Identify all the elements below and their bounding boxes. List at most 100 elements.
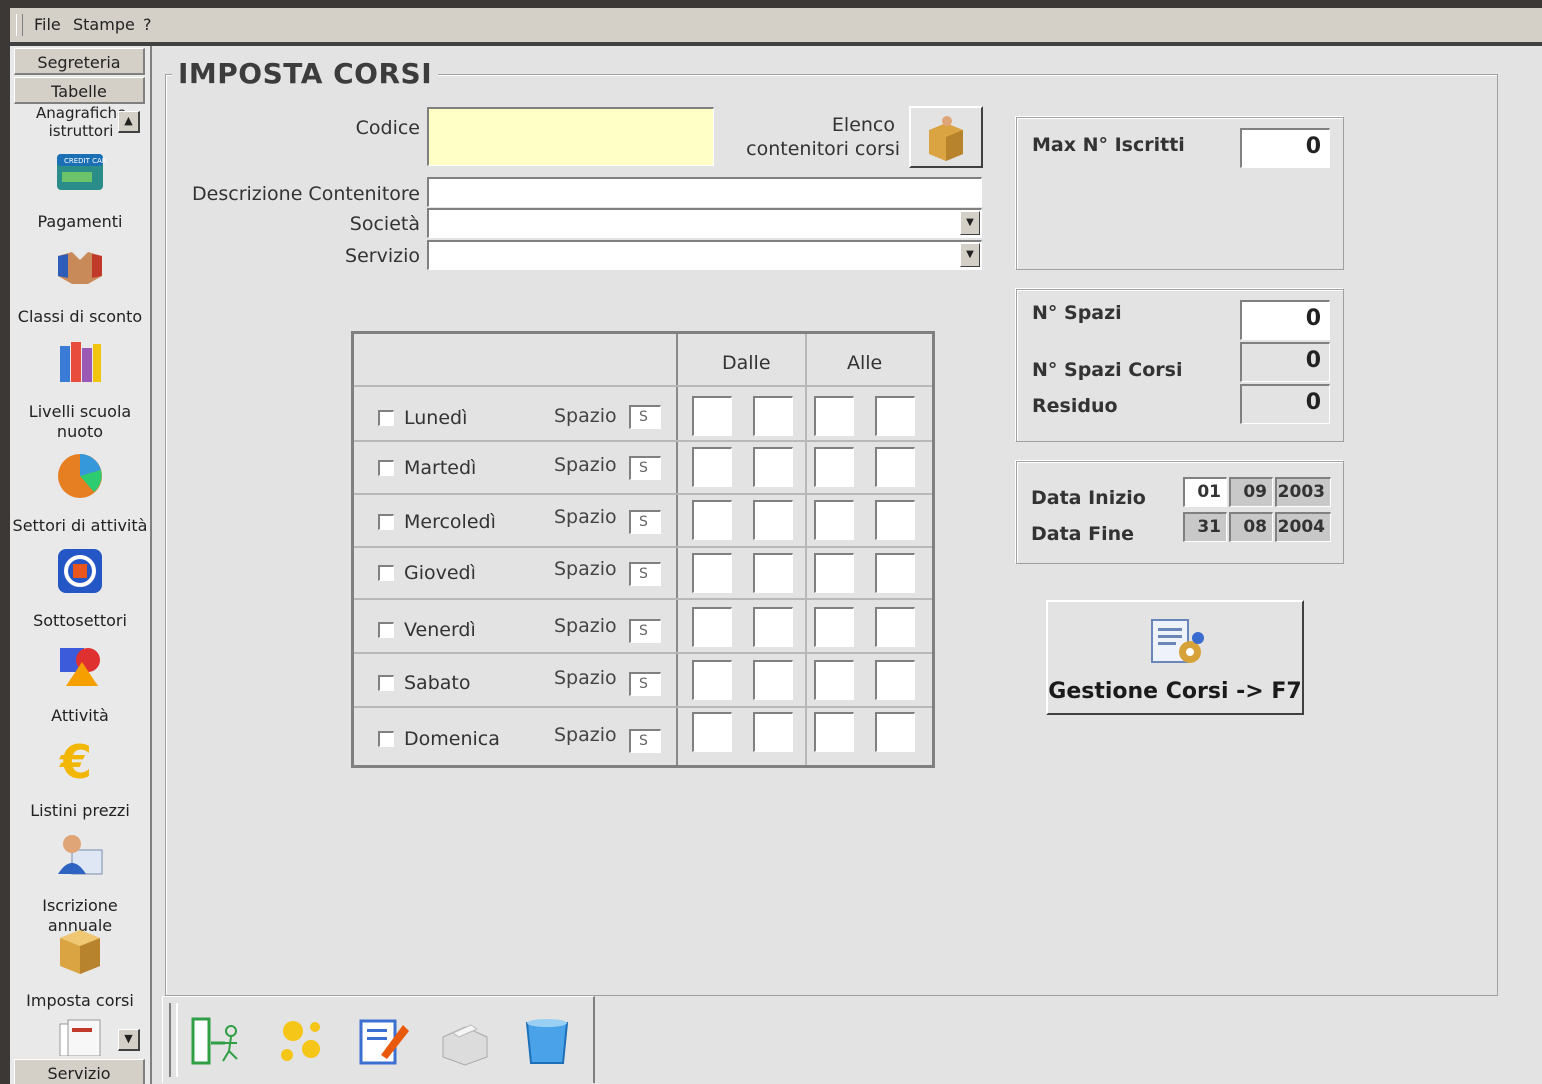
box-person-icon	[929, 116, 963, 161]
codice-input[interactable]	[427, 107, 714, 166]
alle-minute-input[interactable]	[875, 607, 915, 647]
dalle-minute-input[interactable]	[753, 553, 793, 593]
date-panel: Data Inizio 01 09 2003 Data Fine 31 08 2…	[1016, 461, 1344, 564]
alle-hour-input[interactable]	[814, 712, 854, 752]
chevron-down-icon[interactable]: ▼	[960, 211, 980, 235]
day-row-lunedi: Lunedì Spazio S	[354, 385, 932, 442]
day-label: Lunedì	[404, 407, 468, 429]
martedi-checkbox[interactable]	[378, 460, 394, 476]
bottom-toolbar	[162, 996, 595, 1083]
day-row-martedi: Martedì Spazio S	[354, 440, 932, 495]
domenica-checkbox[interactable]	[378, 731, 394, 747]
n-spazi-label: N° Spazi	[1032, 302, 1122, 324]
svg-text:€: €	[59, 735, 92, 786]
dalle-minute-input[interactable]	[753, 447, 793, 487]
edit-icon[interactable]	[355, 1013, 411, 1069]
alle-minute-input[interactable]	[875, 447, 915, 487]
schedule-grid: Dalle Alle Lunedì Spazio S Martedì Spazi…	[351, 331, 935, 768]
menu-file[interactable]: File	[34, 15, 61, 34]
day-row-mercoledi: Mercoledì Spazio S	[354, 493, 932, 548]
servizio-select[interactable]: ▼	[427, 240, 982, 270]
day-label: Giovedì	[404, 562, 476, 584]
spazio-field[interactable]: S	[629, 456, 661, 480]
sidebar-servizio-button[interactable]: Servizio	[14, 1059, 145, 1084]
data-fine-year[interactable]: 2004	[1275, 512, 1331, 542]
day-label: Sabato	[404, 672, 471, 694]
alle-minute-input[interactable]	[875, 396, 915, 436]
alle-minute-input[interactable]	[875, 712, 915, 752]
n-spazi-input[interactable]: 0	[1240, 300, 1330, 340]
spazio-field[interactable]: S	[629, 672, 661, 696]
spazio-field[interactable]: S	[629, 729, 661, 753]
alle-hour-input[interactable]	[814, 396, 854, 436]
dalle-hour-input[interactable]	[692, 447, 732, 487]
elenco-label-line2: contenitori corsi	[746, 138, 900, 160]
dalle-minute-input[interactable]	[753, 396, 793, 436]
mercoledi-checkbox[interactable]	[378, 514, 394, 530]
scroll-up-button[interactable]: ▲	[118, 111, 140, 133]
alle-minute-input[interactable]	[875, 660, 915, 700]
data-inizio-month[interactable]: 09	[1229, 477, 1273, 507]
spazio-label: Spazio	[554, 667, 617, 689]
menu-stampe[interactable]: Stampe	[73, 15, 135, 34]
chevron-down-icon[interactable]: ▼	[960, 243, 980, 267]
dalle-minute-input[interactable]	[753, 712, 793, 752]
spazio-field[interactable]: S	[629, 562, 661, 586]
day-label: Venerdì	[404, 619, 476, 641]
alle-minute-input[interactable]	[875, 553, 915, 593]
lunedi-checkbox[interactable]	[378, 410, 394, 426]
descrizione-contenitore-input[interactable]	[427, 177, 982, 207]
dalle-hour-input[interactable]	[692, 660, 732, 700]
spazio-label: Spazio	[554, 506, 617, 528]
exit-icon[interactable]	[189, 1013, 245, 1069]
data-inizio-day[interactable]: 01	[1183, 477, 1227, 507]
sidebar-segreteria-button[interactable]: Segreteria	[14, 48, 145, 75]
alle-hour-input[interactable]	[814, 553, 854, 593]
max-iscritti-input[interactable]: 0	[1240, 128, 1330, 168]
spazio-field[interactable]: S	[629, 619, 661, 643]
alle-hour-input[interactable]	[814, 607, 854, 647]
dalle-header: Dalle	[722, 352, 771, 374]
societa-select[interactable]: ▼	[427, 208, 982, 238]
dalle-hour-input[interactable]	[692, 607, 732, 647]
spazio-field[interactable]: S	[629, 405, 661, 429]
spazio-field[interactable]: S	[629, 510, 661, 534]
elenco-contenitori-button[interactable]	[909, 106, 983, 168]
data-fine-month[interactable]: 08	[1229, 512, 1273, 542]
documents-icon[interactable]	[54, 1018, 106, 1056]
refresh-box-icon	[58, 549, 102, 593]
alle-hour-input[interactable]	[814, 500, 854, 540]
venerdi-checkbox[interactable]	[378, 622, 394, 638]
print-icon[interactable]	[437, 1013, 493, 1069]
spazio-label: Spazio	[554, 454, 617, 476]
alle-hour-input[interactable]	[814, 660, 854, 700]
day-label: Domenica	[404, 728, 500, 750]
n-spazi-corsi-value: 0	[1240, 342, 1330, 382]
scroll-down-button[interactable]: ▼	[118, 1029, 140, 1051]
dalle-hour-input[interactable]	[692, 712, 732, 752]
new-sparkle-icon[interactable]	[273, 1013, 329, 1069]
gestione-corsi-button[interactable]: Gestione Corsi -> F7	[1046, 600, 1304, 715]
menu-help[interactable]: ?	[143, 15, 152, 34]
delete-bin-icon[interactable]	[519, 1013, 575, 1069]
data-inizio-label: Data Inizio	[1031, 487, 1146, 509]
dalle-minute-input[interactable]	[753, 607, 793, 647]
settings-document-icon	[1151, 619, 1204, 663]
giovedi-checkbox[interactable]	[378, 565, 394, 581]
gestione-corsi-label: Gestione Corsi -> F7	[1048, 679, 1302, 704]
dalle-hour-input[interactable]	[692, 500, 732, 540]
data-inizio-year[interactable]: 2003	[1275, 477, 1331, 507]
sidebar-item-label: Pagamenti	[37, 212, 123, 231]
dalle-minute-input[interactable]	[753, 500, 793, 540]
elenco-label-line1: Elenco	[831, 114, 895, 136]
dalle-hour-input[interactable]	[692, 553, 732, 593]
data-fine-day[interactable]: 31	[1183, 512, 1227, 542]
sidebar-item-label: Livelli scuola nuoto	[28, 402, 132, 441]
alle-minute-input[interactable]	[875, 500, 915, 540]
dalle-hour-input[interactable]	[692, 396, 732, 436]
dalle-minute-input[interactable]	[753, 660, 793, 700]
sabato-checkbox[interactable]	[378, 675, 394, 691]
menu-bar: File Stampe ?	[10, 8, 1542, 43]
sidebar-tabelle-button[interactable]: Tabelle	[14, 77, 145, 104]
alle-hour-input[interactable]	[814, 447, 854, 487]
